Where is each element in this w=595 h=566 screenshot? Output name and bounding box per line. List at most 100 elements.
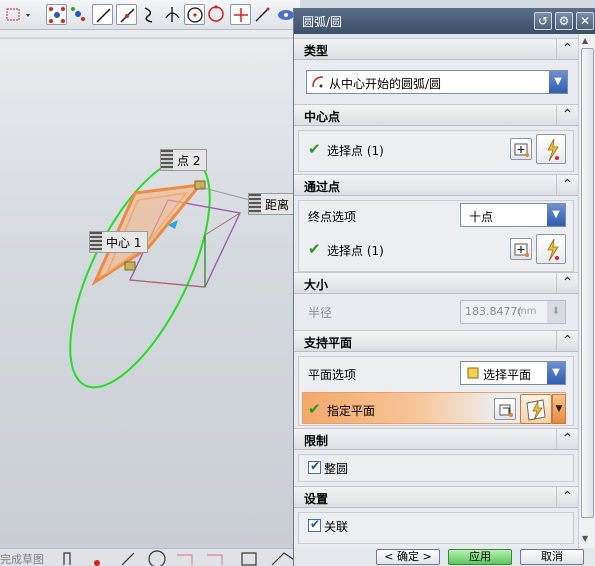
point2-text: 点 2: [177, 153, 201, 168]
collapse-icon[interactable]: ⌃: [556, 331, 578, 351]
line-point-icon[interactable]: [116, 4, 137, 25]
plane-icon: [467, 367, 479, 379]
sketch-toolbar: [0, 0, 300, 30]
radius-menu-icon[interactable]: ⬇: [547, 301, 565, 323]
center1-label[interactable]: 中心 1: [89, 231, 149, 253]
section-center-title: 中心点: [304, 110, 341, 124]
collapse-icon[interactable]: ⌃: [556, 39, 578, 59]
section-limits-title: 限制: [304, 434, 329, 448]
section-size-header[interactable]: 大小 ⌃: [294, 272, 578, 294]
snap-points-icon[interactable]: [46, 4, 67, 25]
ok-button[interactable]: < 确定 >: [376, 549, 440, 565]
collapse-icon[interactable]: ⌃: [556, 175, 578, 195]
section-settings-body: 关联: [294, 508, 578, 548]
section-support-plane-title: 支持平面: [304, 336, 353, 350]
point-icon[interactable]: [230, 4, 251, 25]
intersection-icon[interactable]: [162, 4, 183, 25]
rectangle-select-icon[interactable]: [4, 4, 30, 25]
section-size-body: 半径 183.8477( mm ⬇: [294, 294, 578, 330]
through-select-label[interactable]: 选择点 (1): [327, 242, 384, 259]
circle-center-icon[interactable]: [184, 4, 205, 25]
dialog-footer: < 确定 > 应用 取消: [294, 548, 595, 566]
chevron-down-icon[interactable]: ▼: [549, 71, 567, 93]
drag-grip-icon[interactable]: [90, 232, 102, 252]
plane-option-dropdown[interactable]: 选择平面 ▼: [460, 361, 566, 385]
section-limits-body: 整圆: [294, 450, 578, 486]
section-center-header[interactable]: 中心点 ⌃: [294, 104, 578, 126]
check-icon: ✔: [308, 240, 321, 258]
arc-from-center-icon: [312, 76, 324, 88]
radius-field[interactable]: 183.8477( mm ⬇: [460, 300, 566, 324]
arc-circle-preview: [69, 157, 211, 389]
scroll-thumb[interactable]: [581, 48, 594, 518]
check-icon: ✔: [308, 140, 321, 158]
drag-grip-icon[interactable]: [249, 194, 261, 214]
sketch-geometry[interactable]: [0, 30, 300, 550]
cancel-button[interactable]: 取消: [520, 549, 584, 565]
associative-checkbox[interactable]: [308, 517, 321, 532]
section-size-title: 大小: [304, 278, 329, 292]
point-dialog-icon[interactable]: [510, 138, 532, 160]
gear-icon[interactable]: ⚙: [555, 12, 573, 30]
type-selected: 从中心开始的圆弧/圆: [329, 77, 442, 91]
section-through-header[interactable]: 通过点 ⌃: [294, 174, 578, 196]
infer-point-icon[interactable]: [536, 134, 566, 164]
check-icon: ✔: [308, 400, 321, 418]
curve-icon[interactable]: [252, 4, 273, 25]
dialog-titlebar[interactable]: 圆弧/圆 ↺ ⚙ ✕: [294, 8, 595, 34]
specify-plane-label[interactable]: 指定平面: [327, 402, 375, 419]
center1-text: 中心 1: [106, 235, 142, 250]
arc-circle-dialog: 圆弧/圆 ↺ ⚙ ✕ ▲ ▼ 类型 ⌃ 从中心开始的圆弧/圆 ▼ 中心点 ⌃ ✔…: [293, 8, 595, 566]
chevron-down-icon[interactable]: ▼: [547, 204, 565, 226]
associative-label[interactable]: 关联: [324, 518, 348, 535]
section-support-plane-header[interactable]: 支持平面 ⌃: [294, 330, 578, 352]
full-circle-label[interactable]: 整圆: [324, 460, 348, 477]
section-type-title: 类型: [304, 44, 329, 58]
scroll-down-icon[interactable]: ▼: [582, 534, 588, 543]
infer-plane-icon[interactable]: [520, 394, 552, 424]
section-settings-title: 设置: [304, 492, 329, 506]
endpoint-option-value: 十点: [469, 210, 494, 224]
collapse-icon[interactable]: ⌃: [556, 105, 578, 125]
section-center-body: ✔ 选择点 (1): [294, 126, 578, 176]
status-hint[interactable]: 完成草图: [0, 551, 44, 566]
radius-label: 半径: [308, 306, 333, 320]
radius-unit: mm: [517, 306, 537, 317]
point-dialog-icon[interactable]: [510, 238, 532, 260]
collapse-icon[interactable]: ⌃: [556, 429, 578, 449]
section-through-title: 通过点: [304, 180, 341, 194]
endpoint-option-label: 终点选项: [308, 210, 357, 224]
dialog-scrollbar[interactable]: ▲ ▼: [578, 34, 595, 548]
section-limits-header[interactable]: 限制 ⌃: [294, 428, 578, 450]
plane-dialog-icon[interactable]: [494, 398, 516, 420]
collapse-icon[interactable]: ⌃: [556, 273, 578, 293]
center-select-label[interactable]: 选择点 (1): [327, 142, 384, 159]
circle-point-icon[interactable]: [206, 4, 227, 25]
apply-button[interactable]: 应用: [448, 549, 512, 565]
section-settings-header[interactable]: 设置 ⌃: [294, 486, 578, 508]
section-type-header[interactable]: 类型 ⌃: [294, 38, 578, 60]
chevron-down-icon[interactable]: ▼: [547, 362, 565, 384]
drag-grip-icon[interactable]: [161, 150, 173, 170]
collapse-icon[interactable]: ⌃: [556, 487, 578, 507]
close-icon[interactable]: ✕: [576, 12, 594, 30]
line-icon[interactable]: [92, 4, 113, 25]
chevron-down-icon[interactable]: ▼: [552, 394, 566, 424]
scroll-up-icon[interactable]: ▲: [582, 36, 588, 45]
radius-value: 183.8477(: [465, 305, 522, 318]
section-support-plane-body: 平面选项 选择平面 ▼ ✔ 指定平面 ▼: [294, 352, 578, 430]
type-dropdown[interactable]: 从中心开始的圆弧/圆 ▼: [306, 70, 568, 94]
full-circle-checkbox[interactable]: [308, 459, 321, 474]
endpoint-option-dropdown[interactable]: 十点 ▼: [460, 203, 566, 227]
point2-label[interactable]: 点 2: [160, 149, 208, 171]
section-through-body: 终点选项 十点 ▼ ✔ 选择点 (1): [294, 196, 578, 276]
snap-grid-icon[interactable]: [68, 4, 89, 25]
distance-text: 距离: [265, 197, 290, 212]
spline-icon[interactable]: [140, 4, 161, 25]
bottom-tool-icons[interactable]: [52, 549, 300, 566]
reset-icon[interactable]: ↺: [534, 12, 552, 30]
infer-point-icon[interactable]: [536, 234, 566, 264]
plane-option-value: 选择平面: [483, 368, 532, 382]
sketch-bottom-bar: 完成草图: [0, 548, 300, 566]
graphics-viewport[interactable]: 点 2 距离 中心 1: [0, 30, 300, 550]
